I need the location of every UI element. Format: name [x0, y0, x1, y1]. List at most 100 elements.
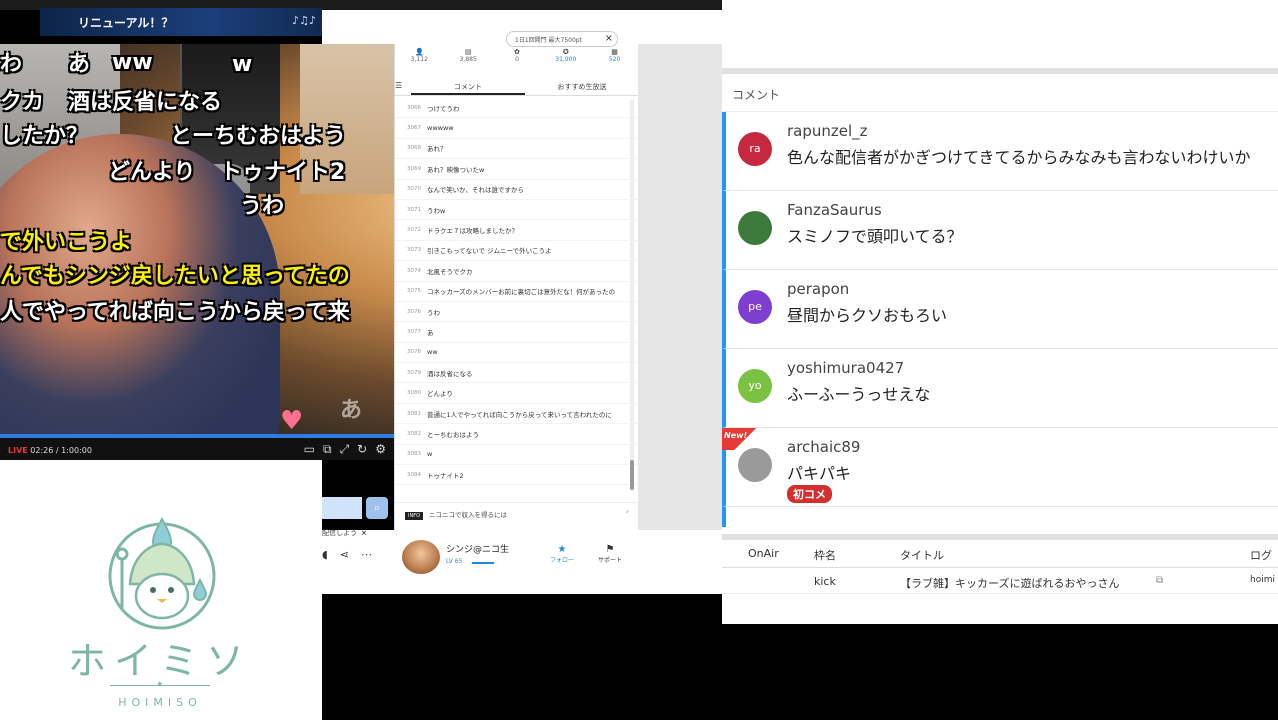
close-icon[interactable]: ×	[605, 33, 613, 44]
video-player[interactable]: わ あ ww w クカ 酒は反省になる したか？ とーちむおはよう どんより ト…	[0, 44, 394, 440]
tab-comments[interactable]: コメント	[411, 76, 525, 95]
row-title: 【ラブ雑】キッカーズに遊ばれるおやっさん	[900, 577, 1120, 590]
comment-number: 3069	[407, 165, 421, 172]
caster-level: LV 65	[446, 558, 463, 565]
comment-row[interactable]: 3074 北風そうでクカ	[395, 261, 639, 282]
comment-row[interactable]: 3075 コネッカーズのメンバーお前に裏切ごは意外だな！何があったの	[395, 282, 639, 302]
screen: リニューアル！？ ♪♫♪ わ あ ww w クカ 酒は反省になる したか？ とー…	[0, 0, 1278, 720]
tab-recommended[interactable]: おすすめ生放送	[525, 76, 639, 95]
progress-bar[interactable]	[0, 434, 394, 438]
chat-username[interactable]: perapon	[787, 280, 849, 298]
comment-text: wwwww	[427, 124, 454, 133]
banner-title: リニューアル！？	[78, 16, 174, 30]
comment-row[interactable]: 3079 酒は反省になる	[395, 363, 639, 384]
overlay-comment: んでもシンジ戻したいと思ってたの	[0, 264, 350, 289]
schedule-header-row: OnAir 枠名 タイトル ログ	[722, 540, 1278, 568]
comment-number: 3066	[407, 104, 421, 111]
chat-username[interactable]: rapunzel_z	[787, 122, 868, 140]
avatar[interactable]: ra	[738, 132, 772, 166]
comment-input[interactable]	[322, 497, 362, 519]
calendar-icon: ▦	[611, 48, 618, 56]
comment-row[interactable]: 3072 ドラクエ７は攻略しましたか？	[395, 220, 639, 241]
more-icon[interactable]: ⋯	[361, 548, 372, 561]
logo-dot-icon: ✦	[156, 680, 164, 690]
list-icon[interactable]: ☰	[395, 76, 411, 95]
overlay-comment: で外いこうよ	[0, 230, 133, 255]
reload-icon[interactable]: ↻	[357, 442, 367, 457]
pip-icon[interactable]: ⧉	[323, 442, 332, 457]
comment-row[interactable]: 3070 なんで笑いか、それは誰ですから	[395, 180, 639, 200]
comment-number: 3070	[407, 186, 421, 193]
comment-number: 3078	[407, 349, 421, 356]
nico-comment-panel: 👤 3,112 ▤ 3,885 ✿ 0 ✪ 31,900 ▦ 520 ☰ コメント おすす…	[394, 44, 639, 530]
comment-toggle-icon[interactable]: ▭	[304, 442, 315, 457]
search-icon[interactable]: ⌕	[366, 497, 388, 519]
comment-row[interactable]: 3085うわ	[395, 485, 639, 490]
col-title: タイトル	[900, 549, 944, 562]
schedule-row[interactable]: kick 【ラブ雑】キッカーズに遊ばれるおやっさん ⧉ hoimi	[722, 568, 1278, 594]
comment-row[interactable]: 3071 うわw	[395, 200, 639, 221]
comment-number: 3073	[407, 247, 421, 254]
comment-row[interactable]: 3077 あ	[395, 322, 639, 343]
chat-item[interactable]: yo yoshimura0427 ふーふーうっせえな	[722, 349, 1278, 428]
share-icon[interactable]: ⋖	[340, 548, 349, 561]
copy-icon[interactable]: ⧉	[1156, 575, 1163, 586]
star-icon: ★	[557, 544, 567, 555]
overlay-comment: 人でやってれば向こうから戻って来	[0, 300, 350, 325]
support-button[interactable]: ⚑ サポート	[598, 544, 622, 564]
comment-text: つけてうわ	[427, 104, 460, 113]
caster-name[interactable]: シンジ@ニコ生	[446, 542, 509, 555]
comment-row[interactable]: 3083 w	[395, 445, 639, 466]
comment-number: 3072	[407, 227, 421, 234]
avatar[interactable]	[738, 448, 772, 482]
chat-username[interactable]: archaic89	[787, 438, 860, 456]
fullscreen-icon[interactable]: ⤢	[340, 442, 350, 457]
chat-username[interactable]: yoshimura0427	[787, 359, 904, 377]
chat-item[interactable]: ra rapunzel_z 色んな配信者がかぎつけてきてるからみなみも言わないわけい…	[722, 112, 1278, 191]
comment-row[interactable]: 3080 どんより	[395, 383, 639, 404]
logo-name: ホイミソ	[67, 639, 252, 683]
scroll-thumb[interactable]	[630, 460, 634, 490]
stat-viewers: 👤 3,112	[395, 48, 444, 74]
comment-text: ドラクエ７は攻略しましたか？	[427, 227, 518, 236]
overlay-comment: トゥナイト2	[220, 160, 346, 185]
stat-ad[interactable]: ✪ 31,900	[541, 48, 590, 74]
avatar[interactable]: pe	[738, 290, 772, 324]
comment-text: 普通に1人でやってれば向こうから戻って来いって言われたのに	[427, 410, 612, 419]
reaction-kana: あ	[340, 398, 363, 423]
chat-message: スミノフで頭叩いてる？	[787, 227, 963, 246]
chat-item[interactable]: FanzaSaurus スミノフで頭叩いてる？	[722, 191, 1278, 270]
comment-row[interactable]: 3069 あれ？映像ついたw	[395, 159, 639, 180]
comment-row[interactable]: 3081 普通に1人でやってれば向こうから戻って来いって言われたのに	[395, 404, 639, 425]
follow-button[interactable]: ★ フォロー	[550, 544, 574, 564]
comment-text: あれ？	[427, 145, 447, 154]
play-icon[interactable]: ◖	[322, 548, 328, 561]
close-icon[interactable]: ×	[361, 529, 367, 537]
time-text: 02:26 / 1:00:00	[30, 446, 92, 455]
chat-item[interactable]: pe perapon 昼間からクソおもろい	[722, 270, 1278, 349]
info-bar[interactable]: INFO ニコニコで収入を得るには ›	[395, 502, 639, 522]
comment-row[interactable]: 3078 ww	[395, 343, 639, 364]
caster-avatar[interactable]	[402, 540, 440, 574]
stat-calendar[interactable]: ▦ 520	[590, 48, 639, 74]
chat-username[interactable]: FanzaSaurus	[787, 201, 882, 219]
overlay-comment: わ	[0, 52, 23, 77]
comment-row[interactable]: 3067 wwwww	[395, 118, 639, 139]
comment-row[interactable]: 3076 うわ	[395, 302, 639, 323]
comment-scrollbar[interactable]	[630, 100, 634, 490]
chat-item[interactable]: New! archaic89 パキパキ 初コメ	[722, 428, 1278, 507]
comment-row[interactable]: 3082 とーちむおはよう	[395, 424, 639, 445]
avatar[interactable]	[738, 211, 772, 245]
comment-row[interactable]: 3066 つけてうわ	[395, 98, 639, 119]
comment-row[interactable]: 3068 あれ？	[395, 139, 639, 160]
heart-icon[interactable]: ♥	[280, 406, 303, 436]
stat-value: 0	[515, 56, 519, 63]
comment-number: 3068	[407, 145, 421, 152]
comment-row[interactable]: 3084 トゥナイト2	[395, 465, 639, 486]
music-notes-icon: ♪♫♪	[292, 14, 316, 27]
comment-row[interactable]: 3073 引きこもってないで ジムニーで外いこうよ	[395, 241, 639, 262]
comment-text: うわw	[427, 206, 446, 215]
avatar[interactable]: yo	[738, 369, 772, 403]
settings-gear-icon[interactable]: ⚙	[375, 442, 386, 457]
comment-number: 3080	[407, 390, 421, 397]
